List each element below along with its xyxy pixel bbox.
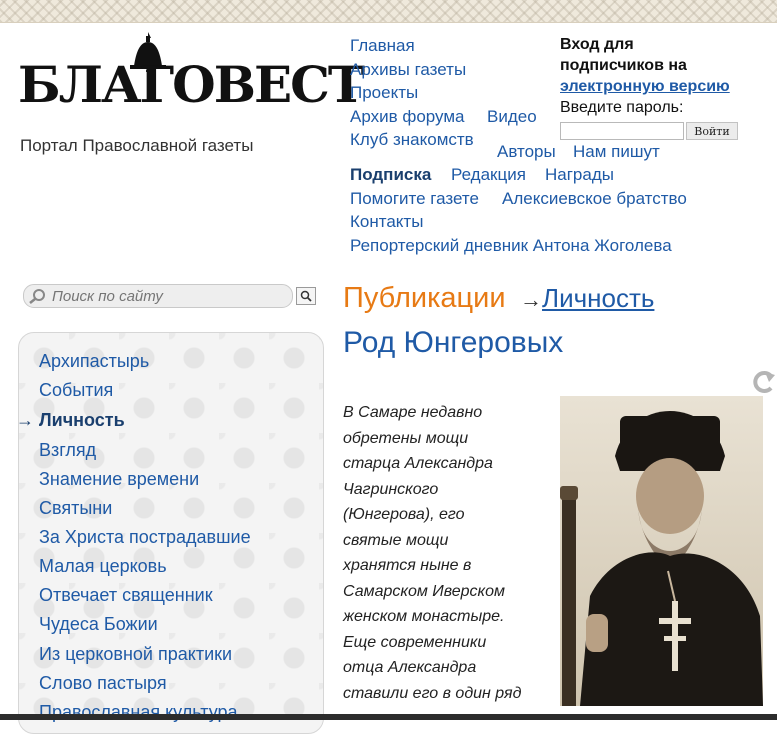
sidebar-item-archpastor[interactable]: Архипастырь (39, 352, 149, 370)
electronic-version-link[interactable]: электронную версию (560, 78, 730, 95)
site-logo[interactable]: БЛАГОВЕСТ Портал Православной газеты (18, 30, 365, 160)
article-photo (560, 396, 763, 706)
article-body: В Самаре недавно обретены мощи старца Ал… (343, 400, 553, 706)
sidebar-item-shrines[interactable]: Святыни (39, 499, 112, 517)
subscriber-login: Вход для подписчиков на электронную верс… (560, 34, 770, 140)
article-line: женском монастыре. (343, 608, 505, 625)
breadcrumb-link-personality[interactable]: Личность (542, 283, 654, 313)
logo-tagline: Портал Православной газеты (20, 136, 254, 155)
nav-link-contacts[interactable]: Контакты (350, 213, 423, 230)
sidebar-item-events[interactable]: События (39, 381, 113, 399)
refresh-icon[interactable] (751, 366, 777, 396)
search-submit-icon (300, 290, 312, 302)
password-label: Введите пароль: (560, 99, 684, 116)
logo-wordmark: БЛАГОВЕСТ (18, 55, 365, 114)
sidebar-item-pastor-word[interactable]: Слово пастыря (39, 674, 167, 692)
article-line: В Самаре недавно (343, 404, 483, 421)
sidebar-item-personality[interactable]: → Личность (16, 411, 125, 429)
article-line: Самарском Иверском (343, 582, 505, 600)
nav-link-editorial[interactable]: Редакция (451, 166, 526, 183)
nav-link-forum-archive[interactable]: Архив форума (350, 108, 465, 125)
nav-link-letters[interactable]: Нам пишут (573, 143, 660, 160)
sidebar-item-personality-label: Личность (39, 410, 125, 430)
article-line: ставили его в один ряд (343, 684, 522, 702)
nav-link-alexievskoe-brotherhood[interactable]: Алексиевское братство (502, 190, 687, 207)
login-title: Вход для подписчиков на электронную верс… (560, 34, 770, 97)
sidebar-item-sign-of-times[interactable]: Знамение времени (39, 470, 199, 488)
article-line: отца Александра (343, 659, 477, 676)
nav-link-projects[interactable]: Проекты (350, 84, 418, 101)
article-line: старца Александра (343, 455, 493, 472)
sidebar-item-church-practice[interactable]: Из церковной практики (39, 645, 232, 663)
breadcrumb-arrow: → (520, 287, 543, 312)
bottom-bar (0, 714, 777, 720)
sidebar-item-miracles[interactable]: Чудеса Божии (39, 615, 158, 633)
nav-link-archives[interactable]: Архивы газеты (350, 61, 466, 78)
portrait-image (560, 396, 763, 706)
sidebar-item-priest-answers[interactable]: Отвечает священник (39, 586, 213, 604)
breadcrumb: Публикации →Личность (343, 282, 654, 315)
sidebar-item-view[interactable]: Взгляд (39, 441, 96, 459)
nav-link-dating-club[interactable]: Клуб знакомств (350, 131, 474, 148)
nav-link-awards[interactable]: Награды (545, 166, 614, 183)
sidebar-item-small-church[interactable]: Малая церковь (39, 557, 167, 575)
section-title: Публикации (343, 282, 506, 314)
login-title-line2: подписчиков на (560, 57, 687, 74)
article-line: обретены мощи (343, 429, 469, 447)
login-button[interactable]: Войти (686, 122, 738, 140)
article-line: Чагринского (343, 480, 439, 498)
active-arrow: → (16, 410, 34, 430)
article-title: Род Юнгеровых (343, 326, 564, 359)
nav-link-subscription[interactable]: Подписка (350, 166, 431, 183)
search-input[interactable] (50, 287, 284, 305)
article-line: (Юнгерова), его (343, 506, 465, 523)
search-icon (29, 289, 45, 304)
top-ornament-border (0, 0, 777, 23)
search-submit-button[interactable] (296, 287, 316, 305)
nav-link-video[interactable]: Видео (487, 108, 537, 125)
sidebar-item-martyrs[interactable]: За Христа пострадавшие (39, 528, 251, 546)
nav-link-home[interactable]: Главная (350, 37, 415, 54)
site-search (23, 284, 293, 308)
nav-link-reporter-diary[interactable]: Репортерский дневник Антона Жоголева (350, 237, 672, 254)
article-line: хранятся ныне в (343, 557, 472, 574)
article-line: святые мощи (343, 531, 449, 549)
nav-link-authors[interactable]: Авторы (497, 143, 556, 160)
login-title-line1: Вход для (560, 36, 634, 53)
nav-link-help-newspaper[interactable]: Помогите газете (350, 190, 479, 207)
password-input[interactable] (560, 122, 684, 140)
article-line: Еще современники (343, 633, 487, 651)
